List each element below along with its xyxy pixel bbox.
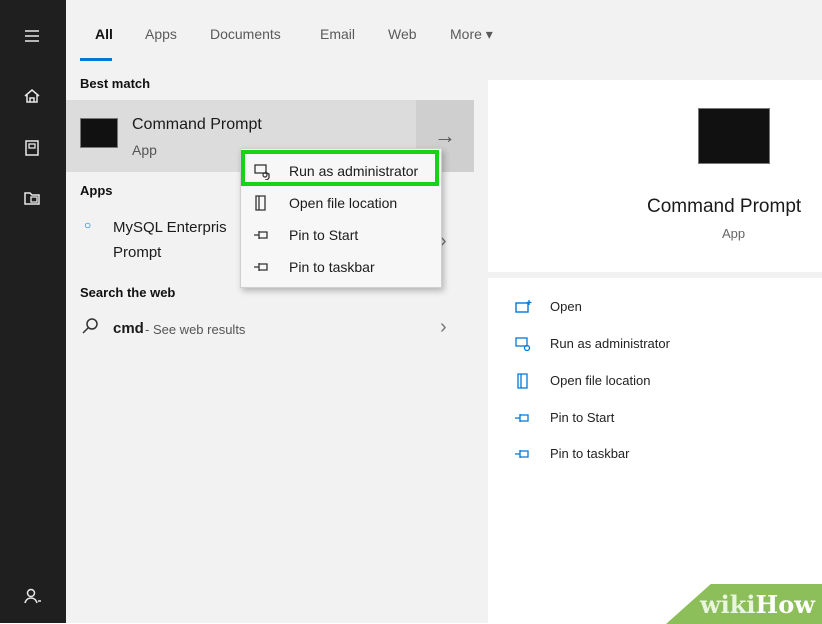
filter-tabs-bar — [66, 0, 822, 66]
open-icon — [514, 298, 534, 316]
watermark-part1: wiki — [700, 590, 756, 619]
best-match-subtitle: App — [132, 142, 157, 158]
menu-pin-to-taskbar[interactable]: Pin to taskbar — [241, 253, 441, 281]
document-icon[interactable] — [20, 136, 44, 160]
hamburger-icon[interactable] — [20, 24, 44, 48]
action-label: Pin to taskbar — [550, 446, 630, 461]
tab-documents[interactable]: Documents — [210, 26, 281, 42]
apps-item-line1[interactable]: MySQL Enterpris — [113, 219, 227, 236]
watermark-part2: How — [755, 590, 815, 619]
apps-item-line2[interactable]: Prompt — [113, 244, 161, 261]
tab-more[interactable]: More ▾ — [450, 26, 493, 43]
pin-icon — [253, 258, 271, 276]
watermark-logo: wikiHow — [700, 590, 815, 619]
chevron-right-icon[interactable]: › — [440, 316, 447, 339]
best-match-title: Command Prompt — [132, 116, 262, 133]
action-label: Open file location — [550, 373, 651, 388]
home-icon[interactable] — [20, 84, 44, 108]
web-search-suffix[interactable]: - See web results — [145, 322, 245, 337]
search-icon — [80, 316, 100, 336]
preview-card — [488, 80, 822, 272]
file-location-icon — [253, 194, 271, 212]
nav-rail — [0, 0, 66, 623]
active-tab-indicator — [80, 58, 112, 61]
preview-subtitle: App — [722, 226, 746, 241]
tab-apps[interactable]: Apps — [145, 26, 177, 42]
action-label: Pin to Start — [550, 410, 615, 425]
menu-open-file-location[interactable]: Open file location — [241, 189, 441, 217]
app-bullet-icon: ○ — [84, 218, 92, 232]
preview-title: Command Prompt — [647, 196, 802, 217]
menu-label: Pin to taskbar — [289, 259, 375, 275]
user-icon[interactable] — [20, 584, 44, 608]
section-search-web: Search the web — [80, 285, 176, 300]
tab-email[interactable]: Email — [320, 26, 355, 42]
section-best-match: Best match — [80, 76, 151, 91]
pin-icon — [253, 226, 271, 244]
folder-icon[interactable] — [20, 186, 44, 210]
actions-card — [488, 278, 822, 623]
menu-label: Open file location — [289, 195, 398, 211]
action-label: Open — [550, 299, 582, 314]
highlight-box — [241, 150, 439, 186]
run-as-admin-icon — [514, 335, 534, 353]
command-prompt-large-icon — [698, 108, 770, 164]
tab-all[interactable]: All — [95, 26, 113, 42]
file-location-icon — [514, 372, 534, 390]
web-search-query[interactable]: cmd — [113, 320, 144, 337]
pin-icon — [514, 445, 534, 463]
menu-pin-to-start[interactable]: Pin to Start — [241, 221, 441, 249]
command-prompt-icon — [80, 118, 118, 148]
tab-web[interactable]: Web — [388, 26, 417, 42]
menu-label: Pin to Start — [289, 227, 359, 243]
action-label: Run as administrator — [550, 336, 670, 351]
pin-icon — [514, 409, 534, 427]
section-apps: Apps — [80, 183, 113, 198]
